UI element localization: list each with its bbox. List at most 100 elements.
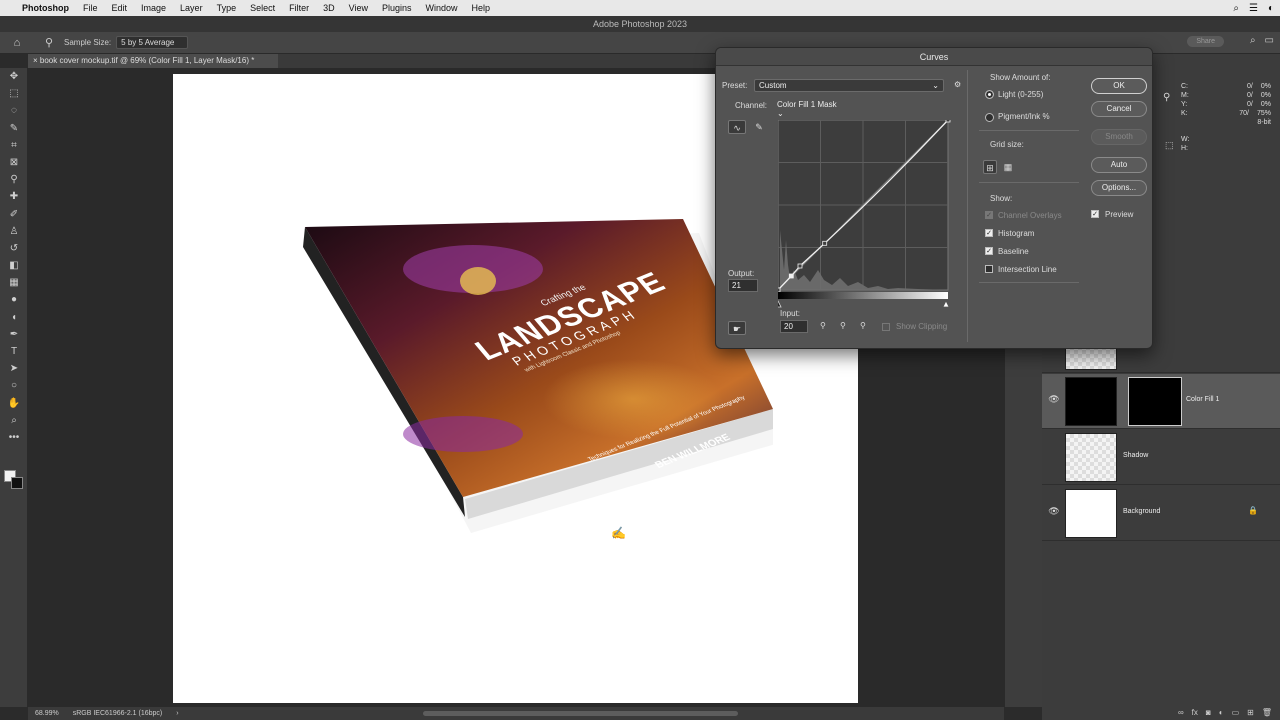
path-select-icon[interactable]: ➤: [0, 360, 28, 377]
sample-size-select[interactable]: 5 by 5 Average: [116, 36, 189, 49]
eye-icon[interactable]: 👁: [1048, 506, 1060, 517]
curve-control-point[interactable]: [797, 263, 803, 269]
preset-select[interactable]: Custom ⌄: [754, 79, 944, 92]
lasso-tool-icon[interactable]: ◌: [0, 102, 28, 119]
move-tool-icon[interactable]: ✥: [0, 68, 28, 85]
menu-window[interactable]: Window: [426, 3, 458, 13]
layer-mask-thumbnail[interactable]: [1128, 377, 1182, 426]
new-group-icon[interactable]: ▭: [1232, 708, 1240, 717]
channel-select[interactable]: Color Fill 1 Mask ⌄: [773, 99, 849, 119]
preset-options-gear-icon[interactable]: ⚙: [954, 80, 961, 89]
zoom-level[interactable]: 68.99%: [35, 710, 59, 717]
layer-row[interactable]: 👁 Color Fill 1: [1042, 374, 1280, 429]
output-field[interactable]: 21: [728, 279, 758, 292]
adjustment-layer-icon[interactable]: ◐: [1219, 708, 1224, 717]
pigment-radio[interactable]: [985, 113, 994, 122]
histogram-checkbox[interactable]: ✓: [985, 229, 993, 237]
cancel-button[interactable]: Cancel: [1091, 101, 1147, 117]
blur-tool-icon[interactable]: ●: [0, 291, 28, 308]
black-point-eyedropper-icon[interactable]: ⚲: [820, 321, 826, 330]
menu-image[interactable]: Image: [141, 3, 166, 13]
gradient-tool-icon[interactable]: ▦: [0, 274, 28, 291]
status-menu-icon[interactable]: ›: [176, 710, 178, 717]
pencil-tool-icon[interactable]: ✎: [750, 120, 768, 134]
more-tools-icon[interactable]: •••: [0, 429, 28, 446]
link-layers-icon[interactable]: ∞: [1178, 708, 1184, 717]
layer-row[interactable]: 👁 Background 🔒: [1042, 486, 1280, 541]
curve-control-point[interactable]: [945, 120, 951, 123]
show-clipping-checkbox[interactable]: [882, 323, 890, 331]
black-point-slider[interactable]: [778, 300, 782, 308]
document-tab[interactable]: × book cover mockup.tif @ 69% (Color Fil…: [28, 54, 278, 68]
menu-3d[interactable]: 3D: [323, 3, 335, 13]
eyedropper-tool-icon[interactable]: ⚲: [0, 171, 28, 188]
menu-layer[interactable]: Layer: [180, 3, 203, 13]
eyedropper-tool-icon[interactable]: ⚲: [34, 36, 64, 49]
color-swatches[interactable]: [4, 470, 24, 490]
horizontal-scrollbar[interactable]: [423, 711, 738, 716]
options-button[interactable]: Options...: [1091, 180, 1147, 196]
white-point-eyedropper-icon[interactable]: ⚲: [860, 321, 866, 330]
white-point-slider[interactable]: [942, 300, 950, 308]
preview-checkbox[interactable]: ✓: [1091, 210, 1099, 218]
auto-button[interactable]: Auto: [1091, 157, 1147, 173]
control-center-icon[interactable]: ☰: [1249, 3, 1258, 14]
curve-control-point[interactable]: [778, 287, 781, 293]
light-radio[interactable]: [985, 90, 994, 99]
curve-control-point[interactable]: [822, 240, 828, 246]
hand-tool-icon[interactable]: ✋: [0, 395, 28, 412]
smooth-button[interactable]: Smooth: [1091, 129, 1147, 145]
eraser-tool-icon[interactable]: ◧: [0, 257, 28, 274]
search-icon[interactable]: ⌕: [1250, 35, 1256, 46]
menu-filter[interactable]: Filter: [289, 3, 309, 13]
detailed-grid-icon[interactable]: ▦: [1001, 160, 1015, 174]
eye-icon[interactable]: 👁: [1048, 394, 1060, 405]
gray-point-eyedropper-icon[interactable]: ⚲: [840, 321, 846, 330]
siri-icon[interactable]: ◐: [1268, 3, 1274, 14]
new-layer-icon[interactable]: ⊞: [1247, 708, 1254, 717]
clone-stamp-icon[interactable]: ♙: [0, 223, 28, 240]
menu-type[interactable]: Type: [217, 3, 237, 13]
home-icon[interactable]: ⌂: [0, 37, 34, 49]
channel-overlays-checkbox[interactable]: ✓: [985, 211, 993, 219]
tools-panel: ✥ ⬚ ◌ ✎ ⌗ ⊠ ⚲ ✚ ✐ ♙ ↺ ◧ ▦ ● ◖ ✒ T ➤ ○ ✋ …: [0, 68, 28, 707]
brush-tool-icon[interactable]: ✐: [0, 206, 28, 223]
shape-tool-icon[interactable]: ○: [0, 377, 28, 394]
quick-select-tool-icon[interactable]: ✎: [0, 120, 28, 137]
type-tool-icon[interactable]: T: [0, 343, 28, 360]
menu-file[interactable]: File: [83, 3, 98, 13]
input-field[interactable]: 20: [780, 320, 808, 333]
curve-graph[interactable]: [778, 120, 954, 308]
history-brush-icon[interactable]: ↺: [0, 240, 28, 257]
simple-grid-icon[interactable]: ⊞: [983, 160, 997, 174]
menu-view[interactable]: View: [349, 3, 368, 13]
baseline-checkbox[interactable]: ✓: [985, 247, 993, 255]
crop-tool-icon[interactable]: ⌗: [0, 137, 28, 154]
zoom-tool-icon[interactable]: ⌕: [0, 412, 28, 429]
pen-tool-icon[interactable]: ✒: [0, 326, 28, 343]
healing-brush-icon[interactable]: ✚: [0, 188, 28, 205]
delete-layer-icon[interactable]: 🗑: [1262, 708, 1272, 717]
ok-button[interactable]: OK: [1091, 78, 1147, 94]
intersection-line-checkbox[interactable]: [985, 265, 993, 273]
share-button[interactable]: Share: [1187, 36, 1224, 47]
macos-menubar: Photoshop File Edit Image Layer Type Sel…: [0, 0, 1280, 16]
on-image-adjust-icon[interactable]: ☛: [728, 321, 746, 335]
layer-style-icon[interactable]: fx: [1192, 708, 1198, 717]
search-icon[interactable]: ⌕: [1233, 3, 1239, 14]
workspace-icon[interactable]: ▭: [1265, 35, 1274, 46]
menu-edit[interactable]: Edit: [112, 3, 128, 13]
menu-help[interactable]: Help: [472, 3, 491, 13]
curve-point-tool-icon[interactable]: ∿: [728, 120, 746, 134]
frame-tool-icon[interactable]: ⊠: [0, 154, 28, 171]
curve-control-point[interactable]: [788, 273, 794, 279]
menu-app-name[interactable]: Photoshop: [22, 3, 69, 13]
menu-select[interactable]: Select: [250, 3, 275, 13]
menu-plugins[interactable]: Plugins: [382, 3, 412, 13]
marquee-tool-icon[interactable]: ⬚: [0, 85, 28, 102]
background-color-swatch[interactable]: [11, 477, 23, 489]
add-mask-icon[interactable]: ◙: [1206, 708, 1211, 717]
layer-row[interactable]: Shadow: [1042, 430, 1280, 485]
dodge-tool-icon[interactable]: ◖: [0, 309, 28, 326]
close-icon[interactable]: ×: [33, 56, 40, 65]
